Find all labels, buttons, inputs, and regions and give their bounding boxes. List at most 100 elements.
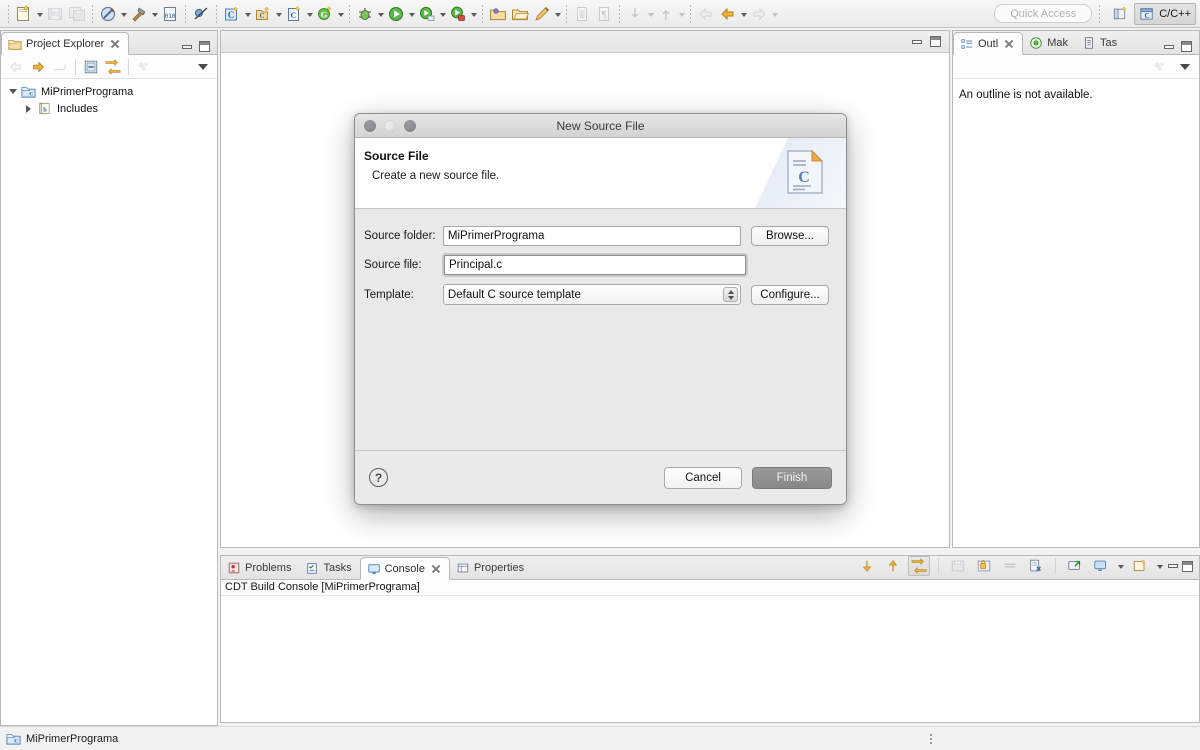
save-console-icon	[947, 556, 969, 576]
configure-button[interactable]: Configure...	[751, 284, 829, 305]
cancel-button[interactable]: Cancel	[664, 466, 742, 489]
tab-outline[interactable]: Outl	[953, 32, 1024, 55]
display-console-dropdown-icon[interactable]	[1116, 555, 1125, 577]
minimize-icon[interactable]	[912, 39, 922, 44]
new-wizard-icon[interactable]	[13, 3, 35, 25]
tab-make-target[interactable]: Mak	[1023, 31, 1076, 54]
tab-properties[interactable]: Properties	[450, 556, 532, 579]
source-folder-input[interactable]: MiPrimerPrograma	[442, 226, 741, 246]
forward-icon[interactable]	[27, 57, 49, 77]
display-console-icon[interactable]	[1090, 556, 1112, 576]
coverage-icon[interactable]	[447, 3, 469, 25]
tab-console[interactable]: Console	[359, 557, 450, 580]
scroll-lock-icon[interactable]	[908, 556, 930, 576]
next-annotation-dropdown-icon	[646, 3, 655, 25]
maximize-icon[interactable]	[199, 41, 210, 52]
tab-project-explorer[interactable]: Project Explorer	[1, 32, 130, 55]
chevron-right-icon[interactable]	[23, 103, 34, 114]
close-icon[interactable]	[110, 39, 120, 49]
open-type-icon[interactable]	[487, 3, 509, 25]
maximize-icon[interactable]	[930, 36, 941, 47]
close-icon[interactable]	[1004, 39, 1014, 49]
tab-tasks[interactable]: Tasks	[299, 556, 359, 579]
scroll-down-icon[interactable]	[856, 556, 878, 576]
view-menu-icon[interactable]	[1175, 57, 1195, 77]
tab-label: Outl	[978, 37, 999, 50]
link-with-editor-icon[interactable]	[102, 57, 124, 77]
view-menu-icon[interactable]	[193, 57, 213, 77]
open-console-dropdown-icon[interactable]	[1155, 555, 1164, 577]
new-source-file-icon[interactable]: C	[283, 3, 305, 25]
toolbar-separator	[128, 58, 129, 75]
tree-item-includes[interactable]: h Includes	[1, 100, 217, 117]
run-dropdown-icon[interactable]	[407, 3, 416, 25]
search-pencil-icon[interactable]	[531, 3, 553, 25]
open-folder-icon[interactable]	[509, 3, 531, 25]
new-c-project-icon[interactable]: C	[221, 3, 243, 25]
tree-item-project[interactable]: C MiPrimerPrograma	[1, 83, 217, 100]
external-tools-icon[interactable]: G	[314, 3, 336, 25]
console-output[interactable]	[221, 596, 1199, 721]
new-console-icon[interactable]	[1064, 556, 1086, 576]
skip-build-icon[interactable]	[190, 3, 212, 25]
build-all-dropdown-icon[interactable]	[119, 3, 128, 25]
source-file-input[interactable]: Principal.c	[444, 255, 746, 275]
maximize-icon[interactable]	[1181, 41, 1192, 52]
status-bar-handle[interactable]	[930, 733, 932, 744]
svg-text:C: C	[291, 11, 297, 20]
toolbar-group-new	[13, 2, 88, 26]
tab-task-list[interactable]: Tas	[1076, 31, 1125, 54]
build-dropdown-icon[interactable]	[150, 3, 159, 25]
minimize-icon[interactable]	[1168, 564, 1178, 568]
toolbar-separator	[8, 4, 9, 23]
new-source-file-dropdown-icon[interactable]	[305, 3, 314, 25]
panel-window-buttons	[182, 41, 217, 54]
maximize-icon[interactable]	[1182, 560, 1193, 572]
svg-text:C: C	[228, 10, 235, 20]
coverage-dropdown-icon[interactable]	[469, 3, 478, 25]
new-wizard-dropdown-icon[interactable]	[35, 3, 44, 25]
perspective-cpp-button[interactable]: C C/C++	[1134, 2, 1196, 25]
browse-button[interactable]: Browse...	[751, 226, 829, 246]
template-select[interactable]: Default C source template	[442, 284, 741, 305]
run-last-icon[interactable]	[416, 3, 438, 25]
back-icon[interactable]	[717, 3, 739, 25]
build-all-icon[interactable]	[97, 3, 119, 25]
build-hammer-icon[interactable]	[128, 3, 150, 25]
toolbar-separator	[1055, 558, 1056, 574]
tab-problems[interactable]: Problems	[221, 556, 299, 579]
scroll-up-icon[interactable]	[882, 556, 904, 576]
help-icon[interactable]: ?	[369, 468, 388, 487]
close-icon[interactable]	[431, 564, 441, 574]
new-class-dropdown-icon[interactable]	[274, 3, 283, 25]
toolbar-separator	[75, 58, 76, 75]
run-icon[interactable]	[385, 3, 407, 25]
new-c-project-dropdown-icon[interactable]	[243, 3, 252, 25]
finish-button[interactable]: Finish	[752, 466, 832, 489]
quick-access-input[interactable]: Quick Access	[994, 4, 1093, 23]
run-last-dropdown-icon[interactable]	[438, 3, 447, 25]
toolbar-separator	[566, 4, 567, 23]
binary-icon[interactable]: 010	[159, 3, 181, 25]
remove-console-icon[interactable]	[1025, 556, 1047, 576]
minimize-icon[interactable]	[182, 44, 192, 49]
toolbar-group-run	[354, 2, 478, 26]
debug-dropdown-icon[interactable]	[376, 3, 385, 25]
back-dropdown-icon[interactable]	[739, 3, 748, 25]
svg-text:¶: ¶	[602, 10, 607, 21]
search-dropdown-icon[interactable]	[553, 3, 562, 25]
project-tree: C MiPrimerPrograma h Includes	[1, 79, 217, 117]
show-whitespace-icon: ¶	[593, 3, 615, 25]
chevron-down-icon[interactable]	[7, 86, 18, 97]
open-perspective-button[interactable]	[1107, 3, 1134, 25]
minimize-icon[interactable]	[1164, 44, 1174, 49]
open-console-icon[interactable]	[1129, 556, 1151, 576]
forward-dropdown-icon	[770, 3, 779, 25]
new-class-icon[interactable]: C	[252, 3, 274, 25]
external-tools-dropdown-icon[interactable]	[336, 3, 345, 25]
pin-console-icon[interactable]	[973, 556, 995, 576]
debug-icon[interactable]	[354, 3, 376, 25]
collapse-all-icon[interactable]	[80, 57, 102, 77]
dialog-titlebar[interactable]: New Source File	[355, 114, 846, 138]
chevron-updown-icon[interactable]	[723, 287, 738, 302]
